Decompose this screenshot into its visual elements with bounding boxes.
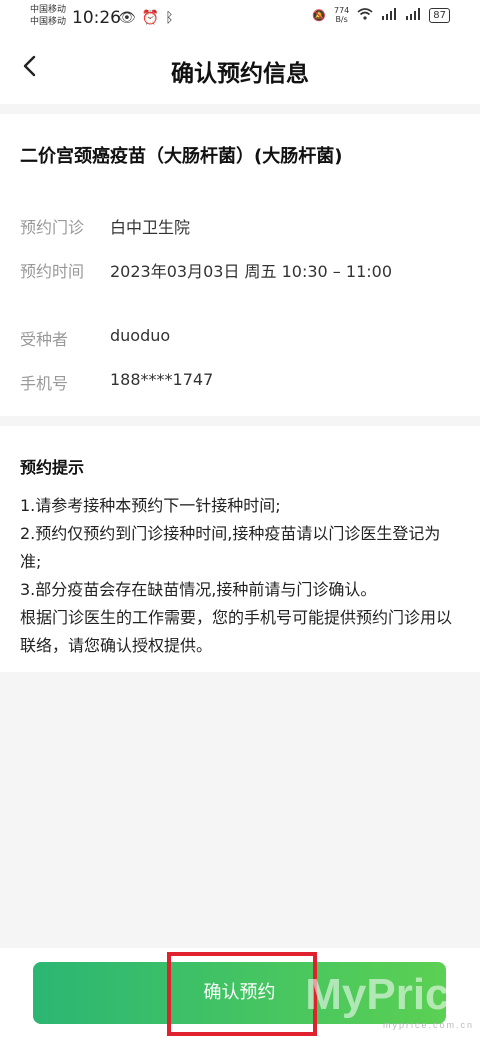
carrier-labels: 中国移动 中国移动 — [30, 4, 66, 28]
wifi-icon — [357, 7, 373, 23]
clinic-value: 白中卫生院 — [110, 218, 191, 237]
alarm-icon: ⏰ — [141, 10, 166, 26]
phone-label: 手机号 — [20, 374, 69, 393]
tip-line: 1.请参考接种本预约下一针接种时间; — [20, 496, 281, 515]
status-icons-right: 🔕 774 B/s 87 — [312, 6, 450, 24]
nav-bar: 确认预约信息 — [0, 36, 480, 104]
clinic-row: 预约门诊 白中卫生院 — [20, 214, 190, 238]
appointment-card: 二价宫颈癌疫苗（大肠杆菌）(大肠杆菌) 预约门诊 白中卫生院 预约时间 2023… — [0, 114, 480, 416]
status-bar: 中国移动 中国移动 10:26 👁⏰ᛒ 🔕 774 B/s 87 — [0, 0, 480, 36]
battery-icon: 87 — [429, 7, 450, 23]
tips-title: 预约提示 — [20, 458, 85, 477]
network-speed: 774 B/s — [333, 6, 350, 24]
recipient-row: 受种者 duoduo — [20, 326, 170, 350]
time-row: 预约时间 2023年03月03日 周五 10:30 – 11:00 — [20, 258, 392, 282]
recipient-label: 受种者 — [20, 330, 69, 349]
bluetooth-icon: ᛒ — [165, 10, 180, 26]
phone-row: 手机号 188****1747 — [20, 370, 213, 394]
signal-icon-2 — [405, 7, 421, 23]
tip-line: 2.预约仅预约到门诊接种时间,接种疫苗请以门诊医生登记为准; — [20, 524, 441, 571]
phone-value: 188****1747 — [110, 370, 214, 389]
clinic-label: 预约门诊 — [20, 218, 85, 237]
carrier-1: 中国移动 — [30, 5, 67, 15]
tips-text: 1.请参考接种本预约下一针接种时间; 2.预约仅预约到门诊接种时间,接种疫苗请以… — [20, 492, 460, 660]
signal-icon-1 — [381, 7, 397, 23]
time-value: 2023年03月03日 周五 10:30 – 11:00 — [110, 262, 393, 281]
eye-icon: 👁 — [118, 10, 142, 26]
vaccine-name: 二价宫颈癌疫苗（大肠杆菌）(大肠杆菌) — [20, 146, 343, 167]
tips-card: 预约提示 1.请参考接种本预约下一针接种时间; 2.预约仅预约到门诊接种时间,接… — [0, 426, 480, 672]
carrier-2: 中国移动 — [30, 17, 67, 27]
watermark-url: myprice.com.cn — [382, 1020, 474, 1030]
mute-icon: 🔕 — [312, 8, 326, 22]
clock: 10:26 — [72, 8, 121, 28]
highlight-box — [167, 952, 317, 1036]
watermark-logo: MyPrice — [305, 970, 474, 1019]
tip-line: 3.部分疫苗会存在缺苗情况,接种前请与门诊确认。 — [20, 580, 377, 599]
page-title: 确认预约信息 — [171, 61, 309, 87]
time-label: 预约时间 — [20, 262, 85, 281]
status-icons-left: 👁⏰ᛒ — [118, 10, 180, 26]
recipient-value: duoduo — [110, 326, 171, 345]
tip-line: 根据门诊医生的工作需要，您的手机号可能提供预约门诊用以联络，请您确认授权提供。 — [20, 608, 453, 655]
